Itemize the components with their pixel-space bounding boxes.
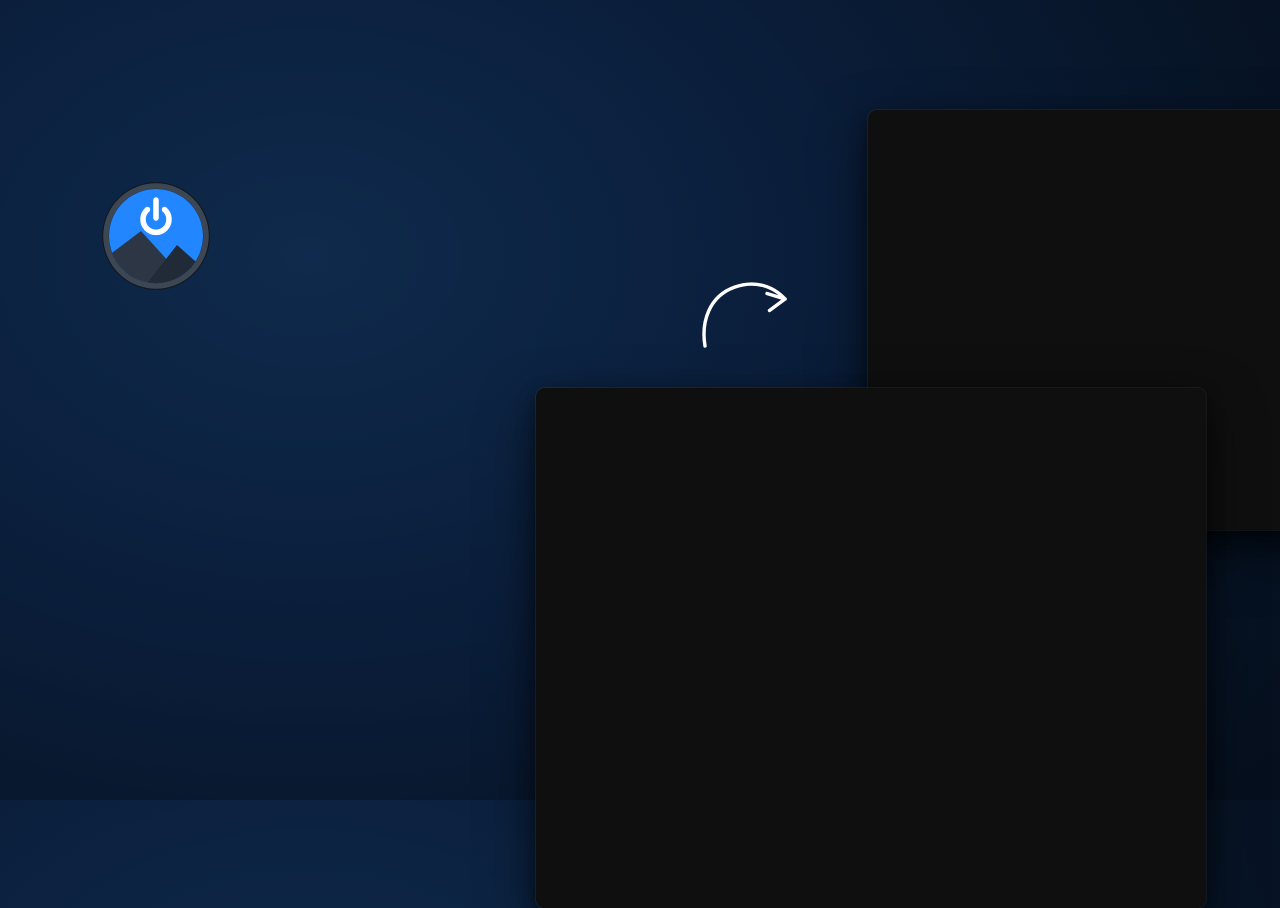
toggle-app-icon — [102, 182, 210, 290]
hand-drawn-arrow-icon — [702, 282, 787, 348]
browser-window-front — [535, 387, 1207, 908]
